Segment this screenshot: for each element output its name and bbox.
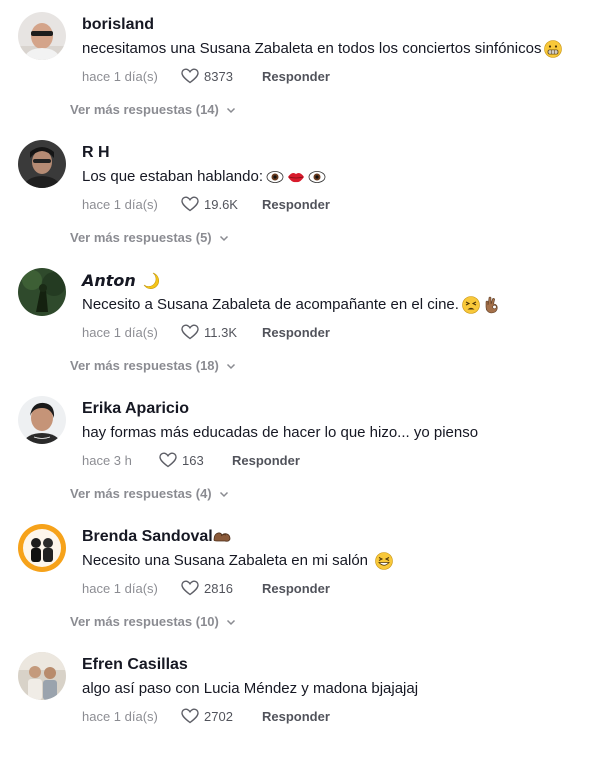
- comment-meta: hace 1 día(s) 8373 Responder: [82, 66, 590, 86]
- comment-text: necesitamos una Susana Zabaleta en todos…: [82, 38, 590, 60]
- chevron-down-icon: [225, 104, 237, 116]
- reply-button[interactable]: Responder: [262, 709, 330, 724]
- comment-time: hace 1 día(s): [82, 580, 158, 596]
- comment-time: hace 3 h: [82, 452, 132, 468]
- heart-icon: [180, 66, 200, 86]
- like-button[interactable]: 2702: [180, 706, 252, 726]
- comment-text: algo así paso con Lucia Méndez y madona …: [82, 680, 419, 697]
- avatar[interactable]: [18, 140, 66, 188]
- like-button[interactable]: 163: [158, 450, 222, 470]
- comment-username[interactable]: 𝘼𝙣𝙩𝙤𝙣: [82, 270, 590, 292]
- comment-item: R H Los que estaban hablando: hace 1 día…: [0, 128, 598, 256]
- reply-button[interactable]: Responder: [262, 581, 330, 596]
- avatar[interactable]: [18, 268, 66, 316]
- heart-icon: [180, 706, 200, 726]
- ok-hand-icon: [483, 296, 501, 314]
- flexed-biceps-icon: [213, 528, 231, 546]
- eye-icon: [308, 168, 326, 186]
- like-count: 11.3K: [204, 324, 238, 340]
- comment-meta: hace 1 día(s) 19.6K Responder: [82, 194, 590, 214]
- like-count: 19.6K: [204, 196, 238, 212]
- reply-button[interactable]: Responder: [262, 197, 330, 212]
- heart-icon: [158, 450, 178, 470]
- comment-meta: hace 3 h 163 Responder: [82, 450, 590, 470]
- like-button[interactable]: 11.3K: [180, 322, 252, 342]
- chevron-down-icon: [218, 232, 230, 244]
- view-more-replies[interactable]: Ver más respuestas (5): [70, 230, 230, 245]
- comment-item: Efren Casillas algo así paso con Lucia M…: [0, 640, 598, 768]
- avatar[interactable]: [18, 524, 66, 572]
- comment-list: borisland necesitamos una Susana Zabalet…: [0, 0, 598, 768]
- heart-icon: [180, 578, 200, 598]
- comment-meta: hace 1 día(s) 2702 Responder: [82, 706, 590, 726]
- comment-time: hace 1 día(s): [82, 708, 158, 724]
- comment-username[interactable]: R H: [82, 142, 590, 164]
- view-more-replies[interactable]: Ver más respuestas (14): [70, 102, 237, 117]
- comment-text: Necesito una Susana Zabaleta en mi salón: [82, 550, 590, 572]
- reply-button[interactable]: Responder: [232, 453, 300, 468]
- grinning-squinting-face-icon: [375, 552, 393, 570]
- avatar[interactable]: [18, 12, 66, 60]
- view-more-replies[interactable]: Ver más respuestas (10): [70, 614, 237, 629]
- comment-text: hay formas más educadas de hacer lo que …: [82, 424, 479, 441]
- comment-username[interactable]: Efren Casillas: [82, 654, 590, 676]
- eye-icon: [266, 168, 284, 186]
- comment-username[interactable]: borisland: [82, 14, 590, 36]
- comment-text: Los que estaban hablando:: [82, 166, 590, 188]
- like-count: 8373: [204, 68, 233, 84]
- comment-item: Brenda Sandoval Necesito una Susana Zaba…: [0, 512, 598, 640]
- view-more-replies[interactable]: Ver más respuestas (18): [70, 358, 237, 373]
- lips-icon: [287, 168, 305, 186]
- comment-username[interactable]: Erika Aparicio: [82, 398, 590, 420]
- like-count: 2702: [204, 708, 233, 724]
- avatar[interactable]: [18, 652, 66, 700]
- avatar[interactable]: [18, 396, 66, 444]
- comment-text: Necesito a Susana Zabaleta de acompañant…: [82, 294, 590, 316]
- comment-item: 𝘼𝙣𝙩𝙤𝙣 Necesito a Susana Zabaleta de acom…: [0, 256, 598, 384]
- reply-button[interactable]: Responder: [262, 69, 330, 84]
- like-count: 163: [182, 452, 204, 468]
- crescent-moon-icon: [142, 272, 160, 290]
- chevron-down-icon: [225, 616, 237, 628]
- comment-item: Erika Aparicio hay formas más educadas d…: [0, 384, 598, 512]
- like-button[interactable]: 2816: [180, 578, 252, 598]
- reply-button[interactable]: Responder: [262, 325, 330, 340]
- comment-meta: hace 1 día(s) 2816 Responder: [82, 578, 590, 598]
- like-button[interactable]: 19.6K: [180, 194, 252, 214]
- grimacing-face-icon: [544, 40, 563, 58]
- comment-meta: hace 1 día(s) 11.3K Responder: [82, 322, 590, 342]
- like-count: 2816: [204, 580, 233, 596]
- chevron-down-icon: [218, 488, 230, 500]
- view-more-replies[interactable]: Ver más respuestas (4): [70, 486, 230, 501]
- like-button[interactable]: 8373: [180, 66, 252, 86]
- comment-item: borisland necesitamos una Susana Zabalet…: [0, 0, 598, 128]
- comment-time: hace 1 día(s): [82, 196, 158, 212]
- tired-face-icon: [462, 296, 480, 314]
- comment-time: hace 1 día(s): [82, 68, 158, 84]
- comment-username[interactable]: Brenda Sandoval: [82, 526, 590, 548]
- comment-time: hace 1 día(s): [82, 324, 158, 340]
- chevron-down-icon: [225, 360, 237, 372]
- heart-icon: [180, 322, 200, 342]
- heart-icon: [180, 194, 200, 214]
